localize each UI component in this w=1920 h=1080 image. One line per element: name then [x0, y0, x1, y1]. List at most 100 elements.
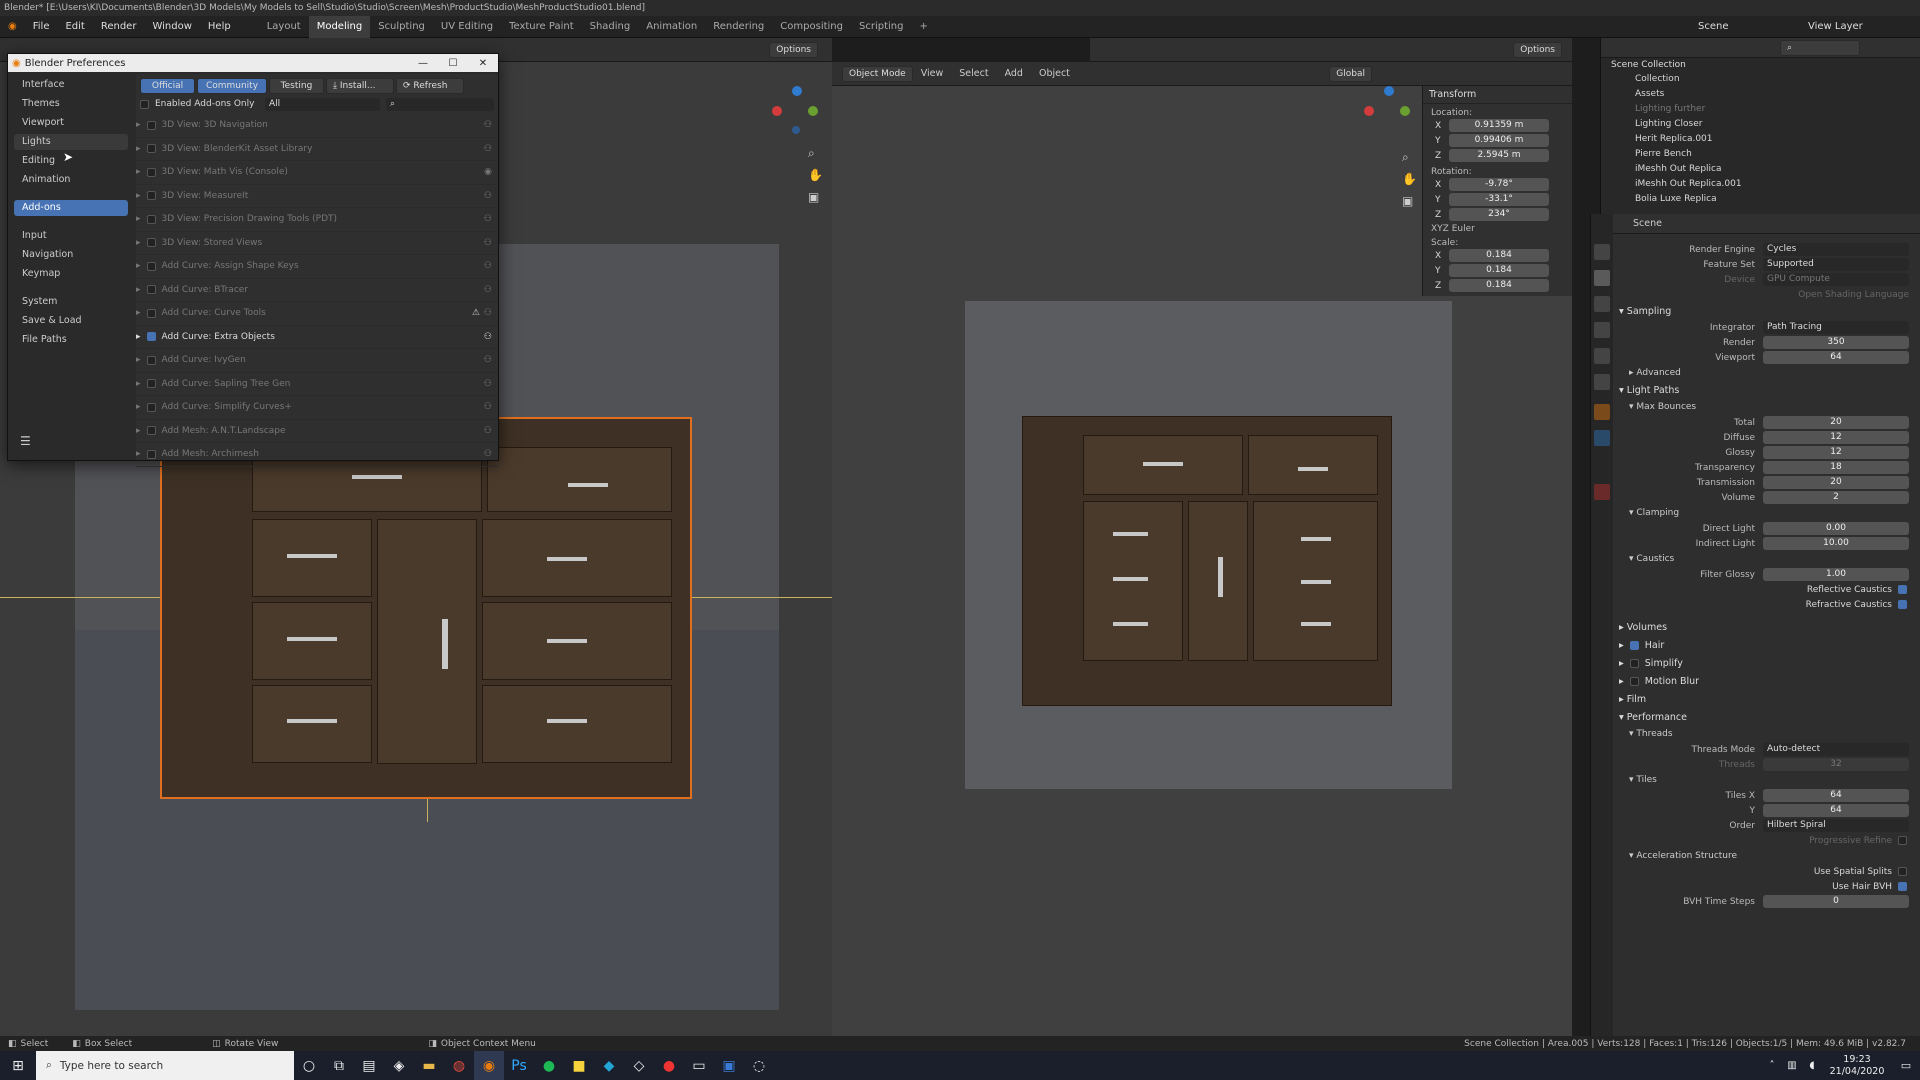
expand-arrow-icon[interactable]: ▸: [136, 308, 141, 318]
scale-y[interactable]: 0.184: [1449, 264, 1549, 277]
direct-light-clamp[interactable]: 0.00: [1763, 522, 1909, 535]
network-icon[interactable]: ▥: [1782, 1051, 1802, 1080]
motion-blur-checkbox[interactable]: [1629, 676, 1639, 686]
tab-testing[interactable]: Testing: [269, 78, 324, 94]
left-options-button[interactable]: Options: [769, 41, 818, 58]
prefs-themes[interactable]: Themes: [14, 96, 128, 112]
app-icon[interactable]: ◌: [744, 1051, 774, 1080]
volumes-section[interactable]: ▸ Volumes: [1613, 618, 1920, 636]
file-explorer-icon[interactable]: ▬: [414, 1051, 444, 1080]
device-dropdown[interactable]: GPU Compute: [1763, 273, 1909, 286]
menu-add[interactable]: Add: [997, 68, 1031, 79]
rotation-mode[interactable]: XYZ Euler: [1423, 224, 1572, 234]
outliner-item[interactable]: Herit Replica.001: [1601, 132, 1920, 147]
expand-arrow-icon[interactable]: ▸: [136, 144, 141, 154]
tool-tab-icon[interactable]: [1594, 244, 1610, 260]
object-mode-dropdown[interactable]: Object Mode: [842, 65, 913, 82]
addon-row[interactable]: ▸ Add Curve: Curve Tools ⚠ ⚇: [136, 302, 498, 326]
filter-glossy[interactable]: 1.00: [1763, 568, 1909, 581]
render-tab-icon[interactable]: [1594, 270, 1610, 286]
addon-checkbox[interactable]: [146, 379, 156, 389]
view-layer-tab-icon[interactable]: [1594, 322, 1610, 338]
integrator-dropdown[interactable]: Path Tracing: [1763, 321, 1909, 334]
menu-window[interactable]: Window: [144, 21, 199, 32]
world-tab-icon[interactable]: [1594, 374, 1610, 390]
tray-arrow-icon[interactable]: ˄: [1762, 1051, 1782, 1080]
addon-row[interactable]: ▸ 3D View: Precision Drawing Tools (PDT) ⚇: [136, 208, 498, 232]
minimize-button[interactable]: —: [408, 58, 438, 69]
addon-filter-dropdown[interactable]: All: [265, 97, 380, 111]
camera-view-icon-right[interactable]: ▣: [1402, 194, 1413, 208]
pan-hand-icon[interactable]: ✋: [808, 168, 823, 182]
outliner-search[interactable]: ⌕: [1780, 39, 1860, 56]
material-tab-icon[interactable]: [1594, 484, 1610, 500]
prefs-navigation[interactable]: Navigation: [14, 247, 128, 263]
osl-checkbox-label[interactable]: Open Shading Language: [1798, 290, 1909, 300]
tab-rendering[interactable]: Rendering: [705, 16, 772, 38]
tab-shading[interactable]: Shading: [582, 16, 639, 38]
rotation-y[interactable]: -33.1°: [1449, 193, 1549, 206]
cortana-icon[interactable]: ○: [294, 1051, 324, 1080]
enabled-only-checkbox[interactable]: [140, 99, 149, 109]
addon-checkbox[interactable]: [146, 308, 156, 318]
expand-arrow-icon[interactable]: ▸: [136, 426, 141, 436]
tab-animation[interactable]: Animation: [638, 16, 705, 38]
addon-row[interactable]: ▸ 3D View: MeasureIt ⚇: [136, 185, 498, 208]
spotify-icon[interactable]: ●: [534, 1051, 564, 1080]
prefs-viewport[interactable]: Viewport: [14, 115, 128, 131]
expand-arrow-icon[interactable]: ▸: [136, 120, 141, 130]
progressive-refine-checkbox[interactable]: [1898, 836, 1907, 845]
expand-arrow-icon[interactable]: ▸: [136, 402, 141, 412]
bounces-transparency[interactable]: 18: [1763, 461, 1909, 474]
addon-checkbox[interactable]: [146, 285, 156, 295]
scene-tab-icon[interactable]: [1594, 348, 1610, 364]
addon-row[interactable]: ▸ 3D View: BlenderKit Asset Library ⚇: [136, 138, 498, 161]
app-icon[interactable]: ▣: [714, 1051, 744, 1080]
app-icon[interactable]: ◇: [624, 1051, 654, 1080]
addon-row[interactable]: ▸ Add Mesh: Archimesh ⚇: [136, 443, 498, 467]
task-view-icon[interactable]: ⧉: [324, 1051, 354, 1080]
blender-taskbar-icon[interactable]: ◉: [474, 1051, 504, 1080]
expand-arrow-icon[interactable]: ▸: [136, 379, 141, 389]
bounces-total[interactable]: 20: [1763, 416, 1909, 429]
tab-layout[interactable]: Layout: [259, 16, 309, 38]
viewport-samples[interactable]: 64: [1763, 351, 1909, 364]
tab-sculpting[interactable]: Sculpting: [370, 16, 433, 38]
tiles-x[interactable]: 64: [1763, 789, 1909, 802]
threads-mode-dropdown[interactable]: Auto-detect: [1763, 743, 1909, 756]
windows-start-icon[interactable]: ⊞: [0, 1051, 36, 1080]
addon-row[interactable]: ▸ Add Curve: Extra Objects ⚇: [136, 326, 498, 349]
light-paths-section[interactable]: ▾ Light Paths: [1613, 381, 1920, 399]
tab-official[interactable]: Official: [140, 78, 195, 94]
rotation-x[interactable]: -9.78°: [1449, 178, 1549, 191]
indirect-light-clamp[interactable]: 10.00: [1763, 537, 1909, 550]
dresser-selected[interactable]: [160, 417, 692, 799]
right-options-button[interactable]: Options: [1513, 41, 1562, 58]
addon-row[interactable]: ▸ Add Curve: BTracer ⚇: [136, 279, 498, 302]
outliner-item[interactable]: iMeshh Out Replica.001: [1601, 177, 1920, 192]
prefs-animation[interactable]: Animation: [14, 172, 128, 188]
addon-checkbox[interactable]: [146, 144, 156, 154]
scene-selector[interactable]: Scene: [1690, 21, 1800, 32]
threads-subsection[interactable]: ▾ Threads: [1613, 726, 1920, 742]
menu-edit[interactable]: Edit: [57, 21, 92, 32]
expand-arrow-icon[interactable]: ▸: [136, 167, 141, 177]
expand-arrow-icon[interactable]: ▸: [136, 238, 141, 248]
rotation-z[interactable]: 234°: [1449, 208, 1549, 221]
addon-checkbox[interactable]: [146, 214, 156, 224]
location-y[interactable]: 0.99406 m: [1449, 134, 1549, 147]
tab-texture-paint[interactable]: Texture Paint: [501, 16, 582, 38]
render-engine-dropdown[interactable]: Cycles: [1763, 243, 1909, 256]
hair-bvh-checkbox[interactable]: [1898, 882, 1907, 891]
max-bounces-subsection[interactable]: ▾ Max Bounces: [1613, 399, 1920, 415]
outliner-item[interactable]: Assets: [1601, 87, 1920, 102]
addon-checkbox[interactable]: [146, 355, 156, 365]
tab-uv-editing[interactable]: UV Editing: [433, 16, 501, 38]
expand-arrow-icon[interactable]: ▸: [136, 214, 141, 224]
object-tab-icon[interactable]: [1594, 404, 1610, 420]
app-icon[interactable]: ◈: [384, 1051, 414, 1080]
clamping-subsection[interactable]: ▾ Clamping: [1613, 505, 1920, 521]
prefs-interface[interactable]: Interface: [14, 77, 128, 93]
addon-row[interactable]: ▸ 3D View: 3D Navigation ⚇: [136, 114, 498, 138]
addon-checkbox[interactable]: [146, 449, 156, 459]
